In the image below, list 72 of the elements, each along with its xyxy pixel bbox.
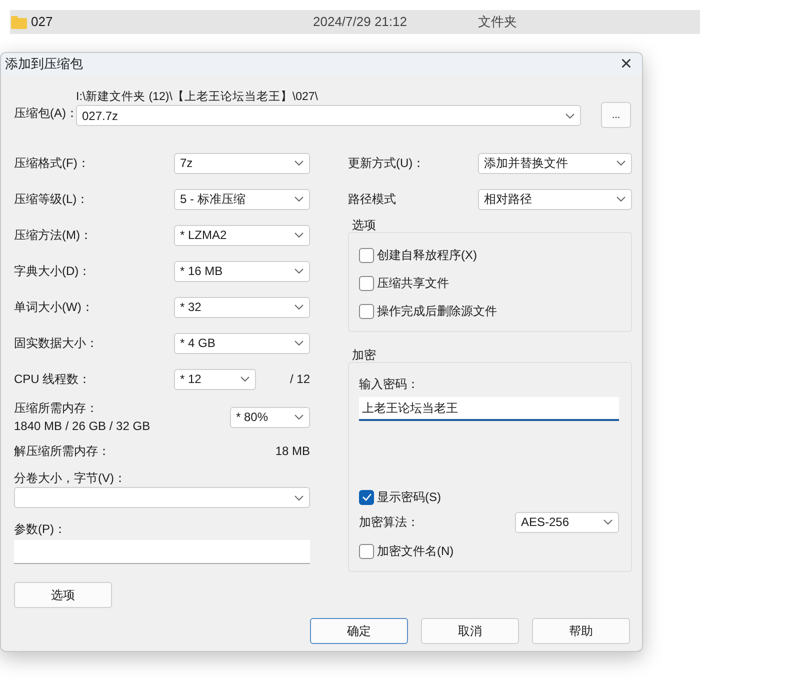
chevron-down-icon bbox=[240, 376, 250, 382]
input-field[interactable] bbox=[14, 540, 310, 564]
thread-total: / 12 bbox=[290, 371, 310, 388]
checkbox[interactable] bbox=[359, 304, 374, 318]
chevron-down-icon bbox=[294, 414, 304, 420]
field-label: 加密算法： bbox=[359, 514, 419, 531]
dropdown[interactable]: * 12 bbox=[174, 368, 256, 390]
checkbox-label: 创建自释放程序(X) bbox=[377, 247, 477, 264]
memory-value: 18 MB bbox=[275, 443, 310, 460]
chevron-down-icon bbox=[294, 494, 304, 500]
field-label: 压缩格式(F)： bbox=[14, 155, 90, 172]
chevron-down-icon bbox=[294, 196, 304, 202]
group-title: 选项 bbox=[352, 218, 377, 232]
field-label: 压缩所需内存： bbox=[14, 400, 99, 417]
dropdown[interactable]: * 80% bbox=[230, 406, 310, 428]
dropdown[interactable]: 添加并替换文件 bbox=[478, 152, 632, 174]
window-title: 添加到压缩包 bbox=[5, 55, 83, 74]
checkbox[interactable] bbox=[359, 544, 374, 558]
password-field[interactable]: 上老王论坛当老王 bbox=[359, 397, 619, 421]
dropdown[interactable]: * 32 bbox=[174, 296, 310, 318]
chevron-down-icon bbox=[616, 196, 626, 202]
file-date: 2024/7/29 21:12 bbox=[313, 13, 408, 32]
dropdown[interactable]: * LZMA2 bbox=[174, 224, 310, 246]
checkbox[interactable] bbox=[359, 248, 374, 262]
chevron-down-icon bbox=[294, 304, 304, 310]
chevron-down-icon bbox=[294, 340, 304, 346]
file-type: 文件夹 bbox=[478, 13, 517, 32]
field-label: 参数(P)： bbox=[14, 521, 67, 538]
dropdown[interactable]: 相对路径 bbox=[478, 188, 632, 210]
chevron-down-icon bbox=[294, 232, 304, 238]
field-label: 压缩包(A)： bbox=[14, 105, 76, 122]
folder-icon bbox=[11, 16, 27, 28]
chevron-down-icon bbox=[565, 112, 575, 118]
field-label: 更新方式(U)： bbox=[348, 155, 425, 172]
chevron-down-icon bbox=[603, 519, 613, 525]
memory-usage: 1840 MB / 26 GB / 32 GB bbox=[14, 418, 150, 435]
field-label: 单词大小(W)： bbox=[14, 299, 94, 316]
close-button[interactable]: × bbox=[620, 54, 632, 74]
field-label: 输入密码： bbox=[359, 376, 420, 391]
dropdown[interactable]: * 4 GB bbox=[174, 332, 310, 354]
group-title: 加密 bbox=[352, 348, 377, 362]
dropdown[interactable]: 7z bbox=[174, 152, 310, 174]
checkbox-label: 压缩共享文件 bbox=[377, 275, 449, 292]
archive-path: I:\新建文件夹 (12)\【上老王论坛当老王】\027\ bbox=[76, 89, 320, 105]
file-name: 027 bbox=[31, 13, 54, 32]
checkbox-label: 加密文件名(N) bbox=[377, 543, 454, 560]
checkbox[interactable] bbox=[359, 490, 374, 504]
chevron-down-icon bbox=[294, 160, 304, 166]
dialog-button[interactable]: 取消 bbox=[421, 618, 519, 644]
field-label: 分卷大小，字节(V)： bbox=[14, 470, 127, 487]
dropdown[interactable]: 027.7z bbox=[76, 105, 581, 126]
field-label: 字典大小(D)： bbox=[14, 263, 91, 280]
dropdown[interactable]: AES-256 bbox=[515, 512, 619, 532]
checkbox-label: 显示密码(S) bbox=[377, 489, 441, 506]
field-label: 路径模式 bbox=[348, 191, 396, 208]
chevron-down-icon bbox=[616, 160, 626, 166]
field-label: 压缩方法(M)： bbox=[14, 227, 92, 244]
dropdown[interactable]: 5 - 标准压缩 bbox=[174, 188, 310, 210]
checkbox[interactable] bbox=[359, 276, 374, 290]
file-row[interactable]: 027 2024/7/29 21:12 文件夹 bbox=[10, 10, 700, 34]
field-label: 压缩等级(L)： bbox=[14, 191, 89, 208]
dialog-button[interactable]: 帮助 bbox=[532, 618, 630, 644]
field-label: CPU 线程数： bbox=[14, 371, 92, 388]
dialog-button[interactable]: 确定 bbox=[310, 618, 408, 644]
field-label: 解压缩所需内存： bbox=[14, 443, 110, 460]
dropdown[interactable]: * 16 MB bbox=[174, 260, 310, 282]
checkbox-label: 操作完成后删除源文件 bbox=[377, 303, 497, 320]
browse-button[interactable]: ... bbox=[601, 102, 631, 128]
field-label: 固实数据大小： bbox=[14, 335, 98, 352]
chevron-down-icon bbox=[294, 268, 304, 274]
checkmark-icon bbox=[362, 493, 372, 501]
options-button[interactable]: 选项 bbox=[14, 582, 112, 608]
